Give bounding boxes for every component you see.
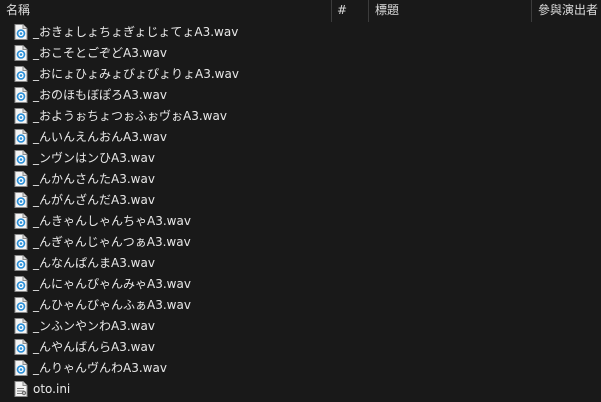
file-name: _おにょひょみょびょぴょりょA3.wav — [33, 67, 239, 81]
file-name: _ンふンやンわA3.wav — [33, 319, 155, 333]
file-name: _んやんばんらA3.wav — [33, 340, 155, 354]
file-list: _おきょしょちょぎょじょてょA3.wav _おこそとごぞどA3.wav _おにょひょ… — [0, 22, 601, 400]
file-row[interactable]: _んがんざんだA3.wav — [0, 190, 601, 211]
file-name: _おのほもぼぽろA3.wav — [33, 88, 167, 102]
file-name: _んなんぱんまA3.wav — [33, 256, 155, 270]
ini-settings-file-icon — [14, 381, 28, 397]
file-row[interactable]: _んりゃんヴんわA3.wav — [0, 358, 601, 379]
file-name: _おきょしょちょぎょじょてょA3.wav — [33, 25, 239, 39]
wav-audio-icon — [14, 24, 28, 40]
wav-audio-icon — [14, 87, 28, 103]
file-row[interactable]: _おようぉちょつぉふぉヴぉA3.wav — [0, 106, 601, 127]
wav-audio-icon — [14, 360, 28, 376]
column-header-title[interactable]: 標題 — [369, 0, 531, 22]
file-name: _んひゃんびゃんふぁA3.wav — [33, 298, 191, 312]
file-name: _んぎゃんじゃんつぁA3.wav — [33, 235, 191, 249]
wav-audio-icon — [14, 255, 28, 271]
column-header-bar: 名稱 ^ # 標題 參與演出者 — [0, 0, 601, 22]
wav-audio-icon — [14, 66, 28, 82]
file-row[interactable]: _おこそとごぞどA3.wav — [0, 43, 601, 64]
file-name: oto.ini — [33, 382, 71, 396]
column-header-artist[interactable]: 參與演出者 — [532, 0, 601, 22]
file-name: _おようぉちょつぉふぉヴぉA3.wav — [33, 109, 227, 123]
wav-audio-icon — [14, 213, 28, 229]
wav-audio-icon — [14, 339, 28, 355]
file-name: _ンヴンはンひA3.wav — [33, 151, 155, 165]
wav-audio-icon — [14, 276, 28, 292]
column-header-number[interactable]: # — [331, 0, 368, 22]
file-row[interactable]: _おにょひょみょびょぴょりょA3.wav — [0, 64, 601, 85]
wav-audio-icon — [14, 192, 28, 208]
wav-audio-icon — [14, 45, 28, 61]
wav-audio-icon — [14, 129, 28, 145]
file-row[interactable]: _おきょしょちょぎょじょてょA3.wav — [0, 22, 601, 43]
wav-audio-icon — [14, 318, 28, 334]
file-row[interactable]: _んにゃんぴゃんみゃA3.wav — [0, 274, 601, 295]
wav-audio-icon — [14, 150, 28, 166]
file-name: _んにゃんぴゃんみゃA3.wav — [33, 277, 191, 291]
file-explorer-details-view: 名稱 ^ # 標題 參與演出者 _おきょしょちょぎょじょてょA3.wav _おこそ… — [0, 0, 601, 402]
file-name: _んりゃんヴんわA3.wav — [33, 361, 167, 375]
file-name: _んきゃんしゃんちゃA3.wav — [33, 214, 191, 228]
file-row[interactable]: _んやんばんらA3.wav — [0, 337, 601, 358]
file-row[interactable]: oto.ini — [0, 379, 601, 400]
file-name: _おこそとごぞどA3.wav — [33, 46, 167, 60]
sort-ascending-icon: ^ — [165, 0, 173, 6]
file-row[interactable]: _おのほもぼぽろA3.wav — [0, 85, 601, 106]
file-row[interactable]: _んひゃんびゃんふぁA3.wav — [0, 295, 601, 316]
wav-audio-icon — [14, 234, 28, 250]
file-row[interactable]: _ンふンやンわA3.wav — [0, 316, 601, 337]
file-row[interactable]: _んなんぱんまA3.wav — [0, 253, 601, 274]
file-row[interactable]: _んきゃんしゃんちゃA3.wav — [0, 211, 601, 232]
file-name: _んかんさんたA3.wav — [33, 172, 155, 186]
wav-audio-icon — [14, 171, 28, 187]
wav-audio-icon — [14, 108, 28, 124]
file-name: _んいんえんおんA3.wav — [33, 130, 167, 144]
wav-audio-icon — [14, 297, 28, 313]
file-row[interactable]: _ンヴンはンひA3.wav — [0, 148, 601, 169]
file-name: _んがんざんだA3.wav — [33, 193, 155, 207]
file-row[interactable]: _んいんえんおんA3.wav — [0, 127, 601, 148]
file-row[interactable]: _んかんさんたA3.wav — [0, 169, 601, 190]
file-row[interactable]: _んぎゃんじゃんつぁA3.wav — [0, 232, 601, 253]
